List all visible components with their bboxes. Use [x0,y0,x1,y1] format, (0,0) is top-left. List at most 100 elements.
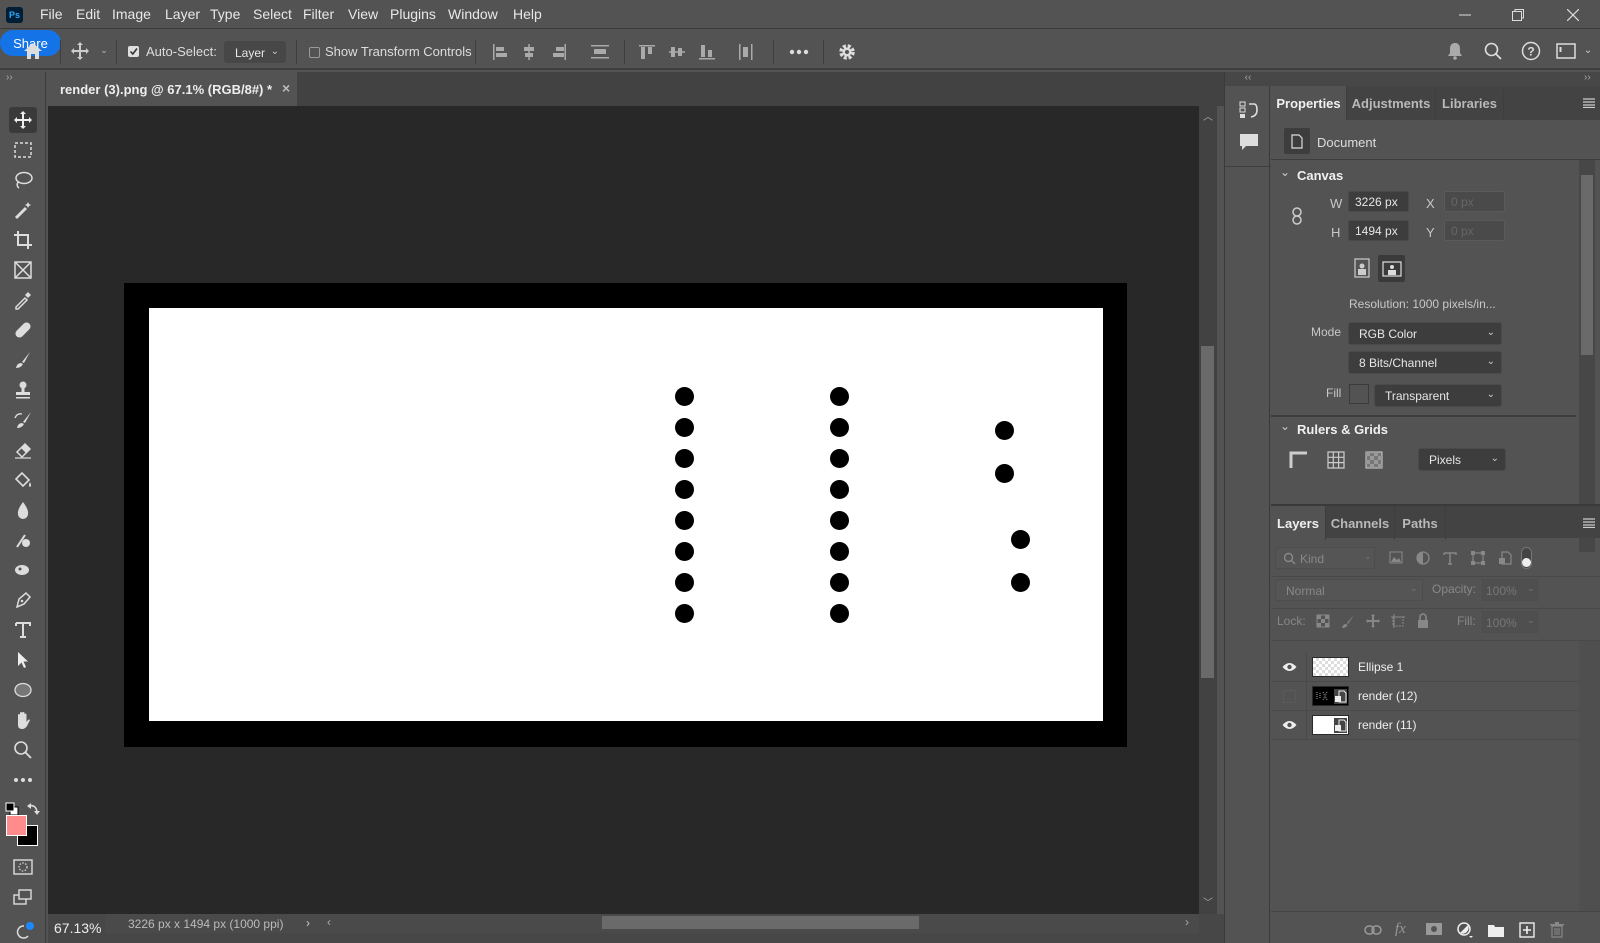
move-tool[interactable] [9,107,37,133]
expand-toolbox-icon[interactable]: ›› [6,72,13,83]
align-top-icon[interactable] [637,42,657,62]
canvas-x-input[interactable]: 0 px [1444,191,1505,212]
help-icon[interactable]: ? [1520,40,1542,62]
eraser-tool[interactable] [9,437,37,463]
show-transform-checkbox[interactable] [309,47,320,58]
brush-tool[interactable] [9,347,37,373]
path-selection-tool[interactable] [9,647,37,673]
hand-tool[interactable] [9,707,37,733]
more-options-icon[interactable] [787,42,811,62]
close-window-button[interactable] [1548,0,1598,29]
lock-all-icon[interactable] [1416,613,1430,629]
vertical-scroll-thumb[interactable] [1201,346,1214,678]
new-group-folder-icon[interactable] [1488,923,1504,937]
add-mask-icon[interactable] [1426,923,1442,937]
lasso-tool[interactable] [9,167,37,193]
color-mode-dropdown[interactable]: RGB Color ⌄ [1348,322,1502,345]
smudge-tool[interactable] [9,557,37,583]
horizontal-scrollbar[interactable]: ‹ › [319,914,1199,933]
filter-adjustment-icon[interactable] [1416,551,1430,565]
tab-layers[interactable]: Layers [1271,506,1326,540]
opacity-input[interactable]: 100% ⌄ [1482,579,1538,601]
crop-tool[interactable] [9,227,37,253]
minimize-button[interactable] [1440,0,1490,29]
properties-panel-menu-icon[interactable] [1583,98,1595,108]
menu-window[interactable]: Window [448,6,498,22]
filter-smart-object-icon[interactable] [1498,551,1512,565]
vertical-scrollbar[interactable]: ︿ ﹀ [1199,106,1217,914]
align-bottom-icon[interactable] [697,42,717,62]
tab-adjustments[interactable]: Adjustments [1347,86,1436,120]
history-panel-icon[interactable] [1238,100,1260,122]
auto-select-target-dropdown[interactable]: Layer ⌄ [224,41,286,63]
scroll-left-icon[interactable]: ‹ [327,915,331,929]
layer-row-render-11[interactable]: render (11) [1271,711,1579,740]
horizontal-scroll-thumb[interactable] [602,916,919,929]
tab-libraries[interactable]: Libraries [1436,86,1504,120]
expand-panels-icon[interactable]: ›› [1584,72,1591,83]
search-icon[interactable] [1482,40,1504,62]
notifications-bell-icon[interactable] [1444,40,1466,62]
eyedropper-tool[interactable] [9,287,37,313]
generative-icon[interactable] [14,920,36,940]
workspace-icon[interactable] [1555,40,1577,62]
paint-bucket-tool[interactable] [9,467,37,493]
settings-gear-icon[interactable] [836,41,858,63]
distribute-horizontal-icon[interactable] [736,42,756,62]
new-adjustment-layer-icon[interactable] [1457,922,1473,938]
menu-type[interactable]: Type [210,6,240,22]
document-tab[interactable]: render (3).png @ 67.1% (RGB/8#) * × [48,72,297,106]
fill-color-swatch[interactable] [1349,384,1369,404]
history-brush-tool[interactable] [9,407,37,433]
tab-properties[interactable]: Properties [1271,86,1347,120]
canvas-collapse-chevron-icon[interactable]: ⌄ [1280,165,1290,179]
distribute-vertical-icon[interactable] [589,42,611,62]
layer-filter-kind-dropdown[interactable]: Kind ⌄ [1275,547,1375,569]
align-vertical-center-icon[interactable] [667,42,687,62]
fill-type-dropdown[interactable]: Transparent ⌄ [1374,384,1502,407]
close-tab-icon[interactable]: × [282,80,290,96]
canvas-height-input[interactable]: 1494 px [1348,220,1409,241]
layer-effects-fx-icon[interactable]: fx [1395,921,1413,939]
frame-tool[interactable] [9,257,37,283]
scroll-right-icon[interactable]: › [1185,915,1189,929]
layers-panel-menu-icon[interactable] [1583,518,1595,528]
tab-paths[interactable]: Paths [1395,506,1446,540]
link-dimensions-icon[interactable] [1291,207,1303,225]
menu-select[interactable]: Select [253,6,292,22]
menu-plugins[interactable]: Plugins [390,6,436,22]
lock-transparent-pixels-icon[interactable] [1316,614,1330,628]
clone-stamp-tool[interactable] [9,377,37,403]
filter-type-icon[interactable] [1443,551,1457,565]
menu-image[interactable]: Image [112,6,151,22]
filter-shape-icon[interactable] [1471,551,1485,565]
canvas-width-input[interactable]: 3226 px [1348,191,1409,212]
ellipse-tool[interactable] [9,677,37,703]
blur-tool[interactable] [9,497,37,523]
transparency-grid-icon[interactable] [1364,450,1384,470]
rulers-collapse-chevron-icon[interactable]: ⌄ [1280,419,1290,433]
align-right-icon[interactable] [549,42,569,62]
tab-channels[interactable]: Channels [1326,506,1395,540]
layer-visibility-toggle[interactable] [1271,653,1307,682]
layer-visibility-toggle[interactable] [1271,682,1307,711]
menu-help[interactable]: Help [513,6,542,22]
scroll-up-icon[interactable]: ︿ [1203,108,1213,123]
move-tool-icon[interactable] [68,40,92,62]
screen-mode-button[interactable] [9,884,37,910]
lock-image-pixels-icon[interactable] [1341,614,1355,628]
menu-filter[interactable]: Filter [303,6,334,22]
landscape-orientation-icon[interactable] [1378,255,1405,282]
ruler-units-dropdown[interactable]: Pixels ⌄ [1418,448,1506,471]
quick-mask-button[interactable] [9,854,37,880]
status-menu-arrow-icon[interactable]: › [306,916,310,930]
filter-toggle-switch[interactable] [1521,547,1532,569]
healing-brush-tool[interactable] [9,317,37,343]
image-canvas[interactable] [149,308,1103,721]
rulers-icon[interactable] [1289,450,1309,470]
zoom-tool[interactable] [9,737,37,763]
layer-visibility-toggle[interactable] [1271,711,1307,740]
tool-preset-chevron-icon[interactable]: ⌄ [98,44,110,56]
align-horizontal-center-icon[interactable] [519,42,539,62]
menu-layer[interactable]: Layer [165,6,200,22]
